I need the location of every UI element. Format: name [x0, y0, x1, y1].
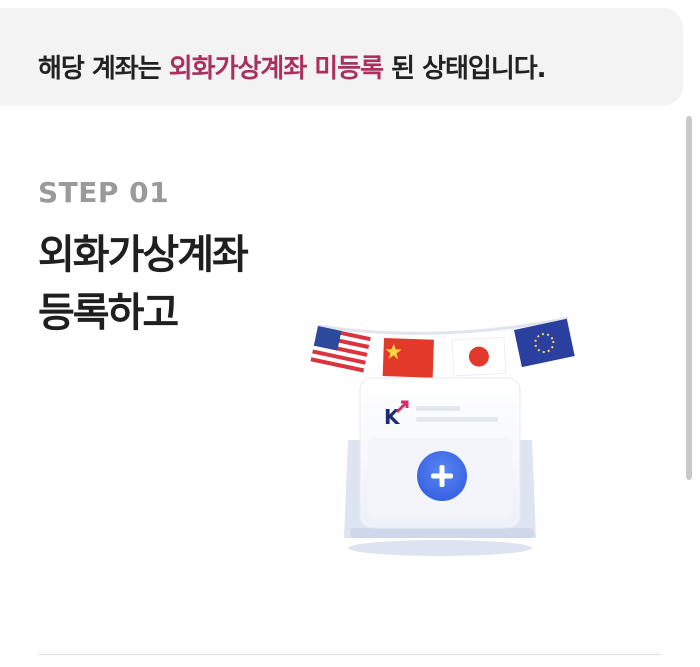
- step-label: STEP 01: [38, 176, 170, 209]
- divider: [38, 654, 662, 655]
- us-flag-icon: [310, 326, 371, 375]
- virtual-account-illustration: K: [300, 300, 580, 570]
- add-account-button[interactable]: [417, 451, 467, 501]
- step-title: 외화가상계좌 등록하고: [38, 226, 249, 342]
- account-status-notice: 해당 계좌는 외화가상계좌 미등록 된 상태입니다.: [0, 8, 683, 106]
- step-title-line2: 등록하고: [38, 290, 179, 336]
- japan-flag-icon: [451, 336, 507, 377]
- notice-suffix: 된 상태입니다.: [383, 54, 546, 84]
- notice-prefix: 해당 계좌는: [38, 54, 169, 84]
- notice-highlight: 외화가상계좌 미등록: [168, 54, 384, 84]
- china-flag-icon: [382, 338, 434, 378]
- step-title-line1: 외화가상계좌: [38, 232, 249, 278]
- notice-text: 해당 계좌는 외화가상계좌 미등록 된 상태입니다.: [38, 48, 547, 85]
- scrollbar[interactable]: [686, 116, 692, 480]
